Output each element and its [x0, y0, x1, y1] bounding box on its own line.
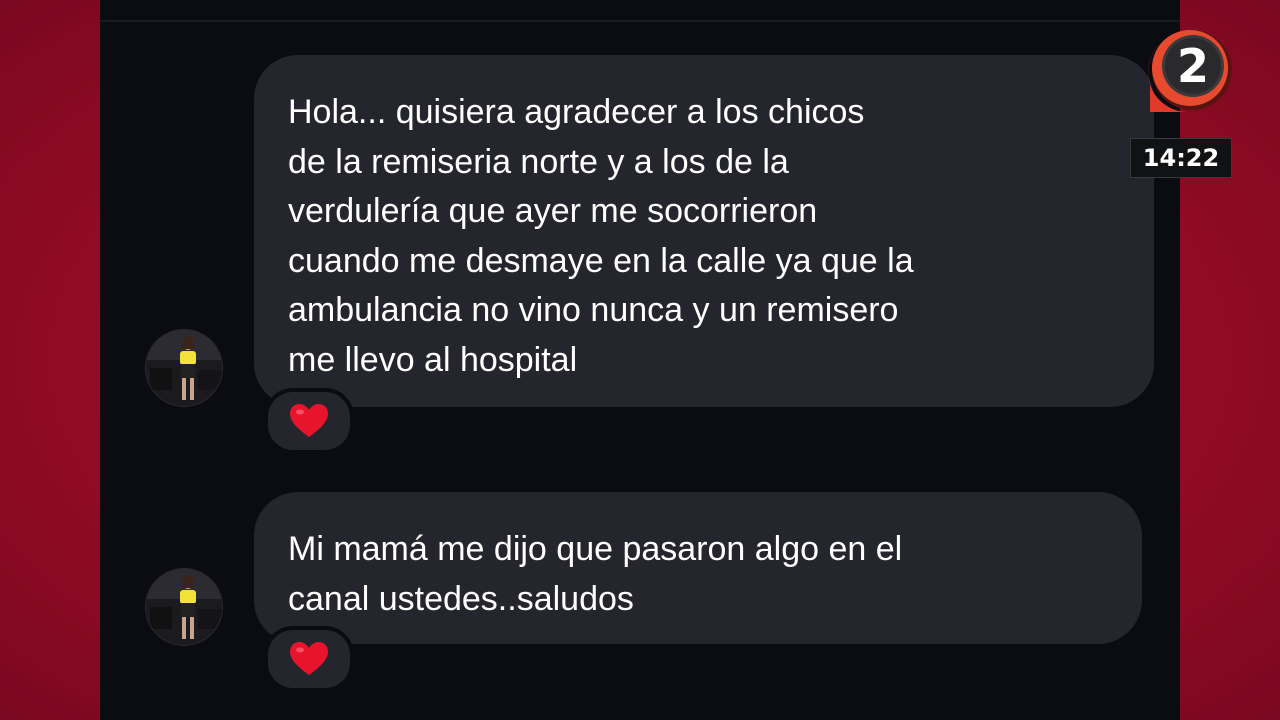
- heart-icon: [290, 642, 328, 675]
- message-line: Mi mamá me dijo que pasaron algo en el: [288, 530, 903, 568]
- message-line: cuando me desmaye en la calle ya que la: [288, 241, 914, 280]
- message-bubble[interactable]: Mi mamá me dijo que pasaron algo en el c…: [254, 492, 1142, 644]
- clock-display: 14:22: [1130, 138, 1232, 178]
- message-line: me llevo al hospital: [288, 340, 578, 379]
- avatar-photo: [146, 330, 222, 406]
- channel-logo-text: 2: [1177, 39, 1209, 93]
- heart-icon: [290, 404, 328, 437]
- message-line: canal ustedes..saludos: [288, 579, 634, 618]
- sender-avatar[interactable]: [145, 329, 223, 407]
- message-line: ambulancia no vino nunca y un remisero: [288, 291, 899, 329]
- reaction-badge[interactable]: [264, 388, 354, 454]
- message-line: Hola... quisiera agradecer a los chicos: [288, 93, 865, 131]
- message-line: verdulería que ayer me socorrieron: [288, 192, 818, 230]
- channel-logo: 2: [1138, 24, 1238, 124]
- message-bubble[interactable]: Hola... quisiera agradecer a los chicos …: [254, 55, 1154, 407]
- chat-screen: Hola... quisiera agradecer a los chicos …: [100, 0, 1180, 720]
- message-line: de la remiseria norte y a los de la: [288, 142, 789, 181]
- sender-avatar[interactable]: [145, 568, 223, 646]
- reaction-badge[interactable]: [264, 626, 354, 692]
- avatar-photo: [146, 569, 222, 645]
- header-divider: [100, 20, 1180, 22]
